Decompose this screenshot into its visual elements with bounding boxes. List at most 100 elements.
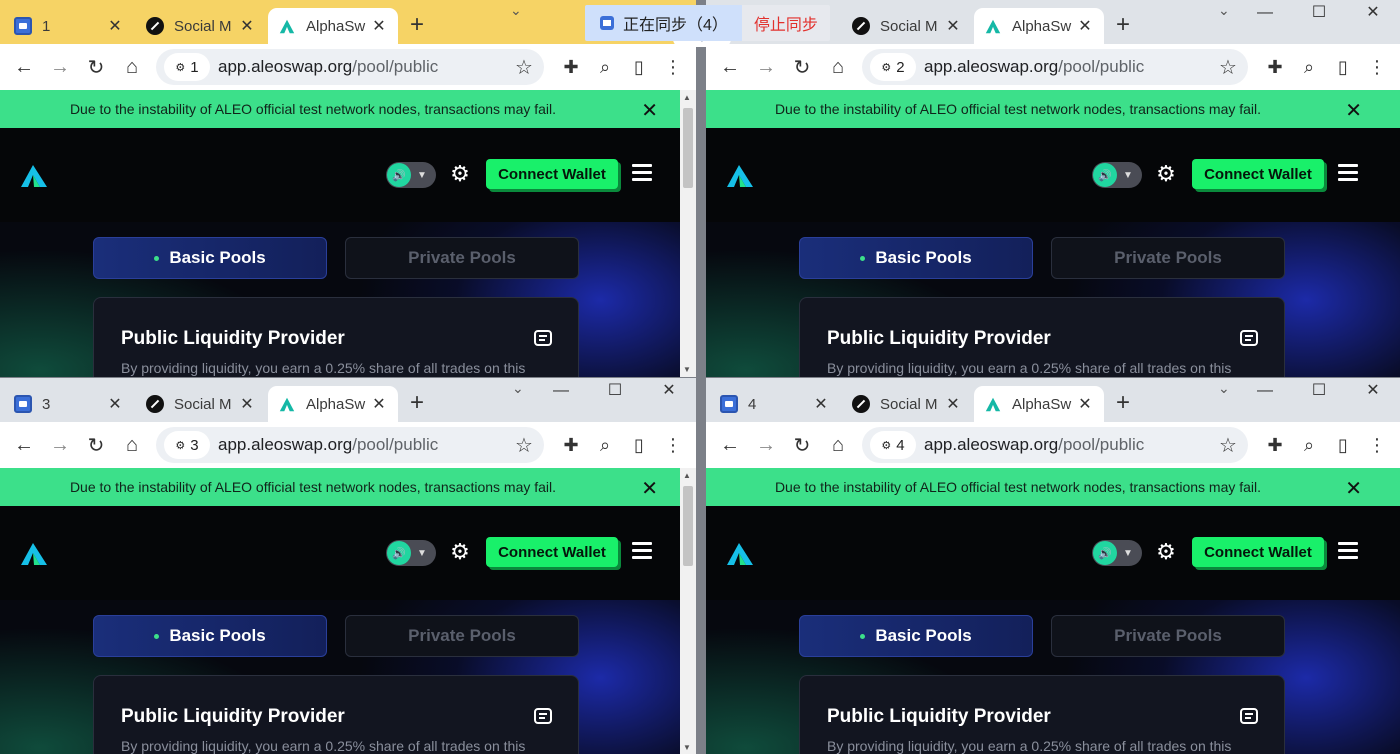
sound-toggle[interactable]: 🔊 ▼ — [386, 162, 436, 188]
side-panel-icon[interactable]: ▯ — [622, 49, 656, 85]
reload-icon[interactable]: ↻ — [78, 49, 114, 85]
home-icon[interactable]: ⌂ — [820, 49, 856, 85]
back-icon[interactable]: ← — [712, 49, 748, 85]
tab-basic-pools[interactable]: Basic Pools — [799, 615, 1033, 657]
scroll-thumb[interactable] — [683, 486, 693, 566]
new-tab-button[interactable]: + — [400, 8, 434, 42]
scroll-down-icon[interactable]: ▼ — [683, 743, 691, 752]
home-icon[interactable]: ⌂ — [114, 427, 150, 463]
tab-private-pools[interactable]: Private Pools — [1051, 237, 1285, 279]
close-window-icon[interactable]: ✕ — [1346, 0, 1400, 28]
tab-social[interactable]: Social M ✕ — [136, 8, 266, 44]
list-icon[interactable] — [1240, 330, 1258, 346]
alphaswap-logo[interactable] — [20, 164, 48, 188]
reload-icon[interactable]: ↻ — [78, 427, 114, 463]
close-icon[interactable]: ✕ — [1076, 16, 1094, 36]
tab-profile[interactable]: 3 ✕ — [4, 386, 134, 422]
settings-icon[interactable]: ⚙ — [448, 540, 472, 564]
close-icon[interactable]: ✕ — [812, 394, 830, 414]
tab-search-icon[interactable]: ⌄ — [512, 380, 524, 397]
close-icon[interactable]: ✕ — [370, 394, 388, 414]
search-icon[interactable]: ⌕ — [1292, 427, 1326, 463]
tab-basic-pools[interactable]: Basic Pools — [93, 237, 327, 279]
minimize-icon[interactable]: — — [1238, 0, 1292, 28]
more-menu-icon[interactable]: ⋮ — [656, 427, 690, 463]
extensions-icon[interactable]: ✚ — [554, 427, 588, 463]
connect-wallet-button[interactable]: Connect Wallet — [486, 537, 618, 567]
list-icon[interactable] — [534, 708, 552, 724]
address-bar[interactable]: ⚙ 4 app.aleoswap.org/pool/public ☆ — [862, 427, 1248, 463]
extensions-icon[interactable]: ✚ — [554, 49, 588, 85]
settings-icon[interactable]: ⚙ — [1154, 162, 1178, 186]
tab-search-icon[interactable]: ⌄ — [1218, 2, 1230, 19]
minimize-icon[interactable]: — — [1238, 378, 1292, 406]
home-icon[interactable]: ⌂ — [820, 427, 856, 463]
sync-status[interactable]: 正在同步（4） — [585, 5, 742, 41]
sound-toggle[interactable]: 🔊 ▼ — [1092, 540, 1142, 566]
close-icon[interactable]: ✕ — [106, 16, 124, 36]
alphaswap-logo[interactable] — [726, 542, 754, 566]
back-icon[interactable]: ← — [712, 427, 748, 463]
tab-alphaswap[interactable]: AlphaSw ✕ — [974, 386, 1104, 422]
close-icon[interactable]: ✕ — [238, 394, 256, 414]
home-icon[interactable]: ⌂ — [114, 49, 150, 85]
new-tab-button[interactable]: + — [1106, 386, 1140, 420]
tab-social[interactable]: Social M ✕ — [136, 386, 266, 422]
back-icon[interactable]: ← — [6, 49, 42, 85]
stop-sync-button[interactable]: 停止同步 — [741, 5, 830, 41]
connect-wallet-button[interactable]: Connect Wallet — [1192, 537, 1324, 567]
site-info-chip[interactable]: ⚙ 1 — [164, 53, 210, 81]
bookmark-star-icon[interactable]: ☆ — [1214, 433, 1242, 458]
site-info-chip[interactable]: ⚙ 3 — [164, 431, 210, 459]
settings-icon[interactable]: ⚙ — [448, 162, 472, 186]
forward-icon[interactable]: → — [42, 427, 78, 463]
close-icon[interactable]: ✕ — [370, 16, 388, 36]
sound-toggle[interactable]: 🔊 ▼ — [1092, 162, 1142, 188]
scroll-up-icon[interactable]: ▲ — [683, 471, 691, 480]
tab-basic-pools[interactable]: Basic Pools — [93, 615, 327, 657]
hamburger-menu-icon[interactable] — [1338, 164, 1358, 182]
tab-alphaswap[interactable]: AlphaSw ✕ — [268, 8, 398, 44]
connect-wallet-button[interactable]: Connect Wallet — [1192, 159, 1324, 189]
minimize-icon[interactable]: — — [534, 378, 588, 406]
forward-icon[interactable]: → — [748, 427, 784, 463]
connect-wallet-button[interactable]: Connect Wallet — [486, 159, 618, 189]
side-panel-icon[interactable]: ▯ — [622, 427, 656, 463]
more-menu-icon[interactable]: ⋮ — [656, 49, 690, 85]
new-tab-button[interactable]: + — [1106, 8, 1140, 42]
banner-close-icon[interactable]: ✕ — [1345, 98, 1362, 123]
page-scrollbar[interactable]: ▲ ▼ — [680, 468, 696, 754]
tab-private-pools[interactable]: Private Pools — [1051, 615, 1285, 657]
scroll-up-icon[interactable]: ▲ — [683, 93, 691, 102]
banner-close-icon[interactable]: ✕ — [641, 476, 658, 501]
list-icon[interactable] — [1240, 708, 1258, 724]
side-panel-icon[interactable]: ▯ — [1326, 427, 1360, 463]
maximize-icon[interactable]: ☐ — [1292, 0, 1346, 28]
maximize-icon[interactable]: ☐ — [588, 378, 642, 406]
new-tab-button[interactable]: + — [400, 386, 434, 420]
maximize-icon[interactable]: ☐ — [1292, 378, 1346, 406]
page-scrollbar[interactable]: ▲ ▼ — [680, 90, 696, 377]
forward-icon[interactable]: → — [748, 49, 784, 85]
reload-icon[interactable]: ↻ — [784, 49, 820, 85]
reload-icon[interactable]: ↻ — [784, 427, 820, 463]
bookmark-star-icon[interactable]: ☆ — [1214, 55, 1242, 80]
sound-toggle[interactable]: 🔊 ▼ — [386, 540, 436, 566]
tab-private-pools[interactable]: Private Pools — [345, 615, 579, 657]
extensions-icon[interactable]: ✚ — [1258, 49, 1292, 85]
site-info-chip[interactable]: ⚙ 2 — [870, 53, 916, 81]
bookmark-star-icon[interactable]: ☆ — [510, 55, 538, 80]
hamburger-menu-icon[interactable] — [1338, 542, 1358, 560]
close-icon[interactable]: ✕ — [944, 16, 962, 36]
list-icon[interactable] — [534, 330, 552, 346]
tab-basic-pools[interactable]: Basic Pools — [799, 237, 1033, 279]
tab-alphaswap[interactable]: AlphaSw ✕ — [974, 8, 1104, 44]
address-bar[interactable]: ⚙ 3 app.aleoswap.org/pool/public ☆ — [156, 427, 544, 463]
search-icon[interactable]: ⌕ — [1292, 49, 1326, 85]
forward-icon[interactable]: → — [42, 49, 78, 85]
banner-close-icon[interactable]: ✕ — [641, 98, 658, 123]
tab-profile[interactable]: 4 ✕ — [710, 386, 840, 422]
tab-alphaswap[interactable]: AlphaSw ✕ — [268, 386, 398, 422]
more-menu-icon[interactable]: ⋮ — [1360, 427, 1394, 463]
close-icon[interactable]: ✕ — [238, 16, 256, 36]
